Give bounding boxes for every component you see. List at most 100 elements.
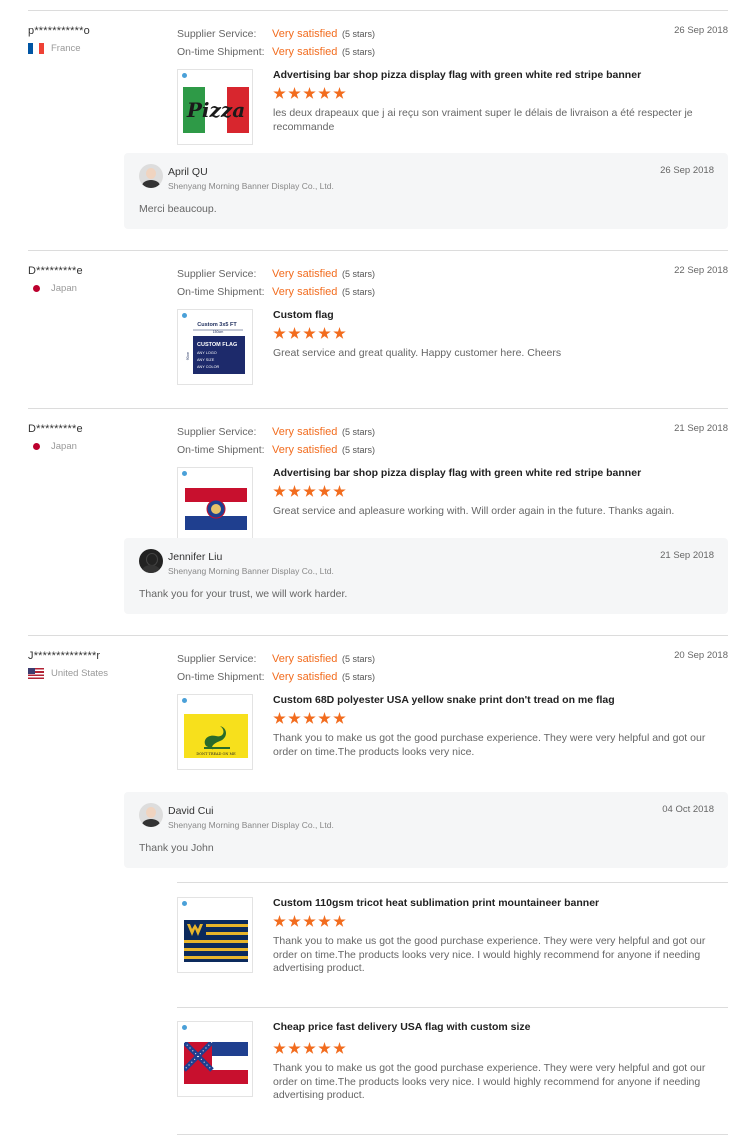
ontime-shipment-stars: (5 stars) xyxy=(342,47,376,57)
ontime-shipment-label: On-time Shipment: xyxy=(177,46,265,58)
review-comment: Great service and great quality. Happy c… xyxy=(273,347,562,359)
product-thumbnail[interactable] xyxy=(177,1021,253,1097)
buyer-name: D*********e xyxy=(28,423,83,435)
gadsden-flag-text: DONT TREAD ON ME xyxy=(196,752,236,756)
brand-logo-icon xyxy=(182,1025,188,1030)
supplier-ratings: Supplier Service: Very satisfied (5 stars)… xyxy=(177,650,375,686)
thumb-text: ANY LOGO xyxy=(197,351,217,355)
supplier-service-label: Supplier Service: xyxy=(177,653,257,665)
product-info: Advertising bar shop pizza display flag … xyxy=(273,69,728,134)
review-date: 20 Sep 2018 xyxy=(674,650,728,661)
supplier-service-value: Very satisfied xyxy=(272,268,338,280)
supplier-service-label: Supplier Service: xyxy=(177,426,257,438)
missouri-flag-image xyxy=(185,488,247,530)
product-thumbnail[interactable]: Pizza xyxy=(177,69,253,145)
country-name: Japan xyxy=(51,441,77,452)
reply-name: Jennifer Liu xyxy=(168,551,223,563)
usa-flag-icon xyxy=(28,668,44,679)
product-divider xyxy=(177,1134,728,1135)
product-thumbnail[interactable] xyxy=(177,467,253,543)
product-title[interactable]: Advertising bar shop pizza display flag … xyxy=(273,69,728,81)
star-icon xyxy=(303,485,316,497)
star-icon xyxy=(273,327,286,339)
buyer-info: D*********e Japan xyxy=(28,423,168,452)
brand-logo-icon xyxy=(182,313,188,318)
gadsden-flag-image: DONT TREAD ON ME xyxy=(184,714,248,758)
buyer-country: United States xyxy=(28,668,168,679)
ontime-shipment-stars: (5 stars) xyxy=(342,445,376,455)
star-icon xyxy=(318,327,331,339)
review-comment: Great service and apleasure working with… xyxy=(273,505,675,517)
supplier-service-label: Supplier Service: xyxy=(177,268,257,280)
supplier-service-value: Very satisfied xyxy=(272,28,338,40)
product-title[interactable]: Cheap price fast delivery USA flag with … xyxy=(273,1021,728,1033)
star-icon xyxy=(333,327,346,339)
ontime-shipment-value: Very satisfied xyxy=(272,444,338,456)
reply-name: April QU xyxy=(168,166,208,178)
mountaineer-banner-image xyxy=(184,920,248,962)
supplier-ratings: Supplier Service: Very satisfied (5 stars)… xyxy=(177,25,375,61)
product-thumbnail[interactable]: Custom 3x5 FT 150cm 90cm CUSTOM FLAG ANY… xyxy=(177,309,253,385)
review-card: D*********e Japan Supplier Service: Very … xyxy=(28,265,728,409)
top-divider xyxy=(28,10,728,11)
supplier-ratings: Supplier Service: Very satisfied (5 stars)… xyxy=(177,265,375,301)
ontime-shipment-label: On-time Shipment: xyxy=(177,286,265,298)
brand-logo-icon xyxy=(182,901,188,906)
product-review: Custom 3x5 FT 150cm 90cm CUSTOM FLAG ANY… xyxy=(177,309,728,389)
product-title[interactable]: Custom flag xyxy=(273,309,728,321)
review-date: 22 Sep 2018 xyxy=(674,265,728,276)
thumb-text: 150cm xyxy=(213,330,224,334)
reply-date: 26 Sep 2018 xyxy=(660,165,714,176)
star-icon xyxy=(333,1042,346,1054)
product-info: Cheap price fast delivery USA flag with … xyxy=(273,1021,728,1103)
buyer-name: J**************r xyxy=(28,650,101,662)
star-icon xyxy=(303,1042,316,1054)
reply-company: Shenyang Morning Banner Display Co., Ltd… xyxy=(168,820,334,830)
ontime-shipment-value: Very satisfied xyxy=(272,671,338,683)
buyer-info: J**************r United States xyxy=(28,650,168,679)
product-info: Advertising bar shop pizza display flag … xyxy=(273,467,728,519)
review-card: J**************r United States Supplier … xyxy=(28,650,728,1137)
supplier-reply: Jennifer Liu Shenyang Morning Banner Dis… xyxy=(124,538,728,614)
avatar xyxy=(139,549,163,573)
country-name: Japan xyxy=(51,283,77,294)
supplier-service-value: Very satisfied xyxy=(272,653,338,665)
reply-company: Shenyang Morning Banner Display Co., Ltd… xyxy=(168,181,334,191)
product-title[interactable]: Custom 68D polyester USA yellow snake pr… xyxy=(273,694,728,706)
buyer-info: p***********o France xyxy=(28,25,168,54)
product-thumbnail[interactable]: DONT TREAD ON ME xyxy=(177,694,253,770)
star-icon xyxy=(333,915,346,927)
product-thumbnail[interactable] xyxy=(177,897,253,973)
thumb-text: ANY COLOR xyxy=(197,365,220,369)
review-comment: Thank you to make us got the good purcha… xyxy=(273,732,706,758)
product-review: Advertising bar shop pizza display flag … xyxy=(177,467,728,547)
reply-text: Thank you John xyxy=(139,842,214,854)
star-icon xyxy=(273,1042,286,1054)
review-date: 26 Sep 2018 xyxy=(674,25,728,36)
product-title[interactable]: Custom 110gsm tricot heat sublimation pr… xyxy=(273,897,728,909)
review-divider xyxy=(28,408,728,409)
supplier-service-stars: (5 stars) xyxy=(342,427,376,437)
star-icon xyxy=(318,87,331,99)
star-icon xyxy=(303,712,316,724)
product-title[interactable]: Advertising bar shop pizza display flag … xyxy=(273,467,728,479)
thumb-text: Custom 3x5 FT xyxy=(197,322,237,328)
supplier-service-value: Very satisfied xyxy=(272,426,338,438)
reply-date: 04 Oct 2018 xyxy=(662,804,714,815)
review-card: D*********e Japan Supplier Service: Very … xyxy=(28,423,728,636)
ontime-shipment-stars: (5 stars) xyxy=(342,672,376,682)
custom-flag-image: Custom 3x5 FT 150cm 90cm CUSTOM FLAG ANY… xyxy=(186,322,245,374)
review-divider xyxy=(28,635,728,636)
buyer-name: p***********o xyxy=(28,25,90,37)
star-icon xyxy=(288,87,301,99)
review-card: p***********o France Supplier Service: Ve… xyxy=(28,25,728,251)
ontime-shipment-value: Very satisfied xyxy=(272,46,338,58)
star-icon xyxy=(318,485,331,497)
product-rating xyxy=(273,327,728,340)
supplier-service-label: Supplier Service: xyxy=(177,28,257,40)
thumb-text: 90cm xyxy=(186,352,190,361)
star-icon xyxy=(288,327,301,339)
product-rating xyxy=(273,485,728,498)
star-icon xyxy=(333,87,346,99)
buyer-country: France xyxy=(28,43,168,54)
